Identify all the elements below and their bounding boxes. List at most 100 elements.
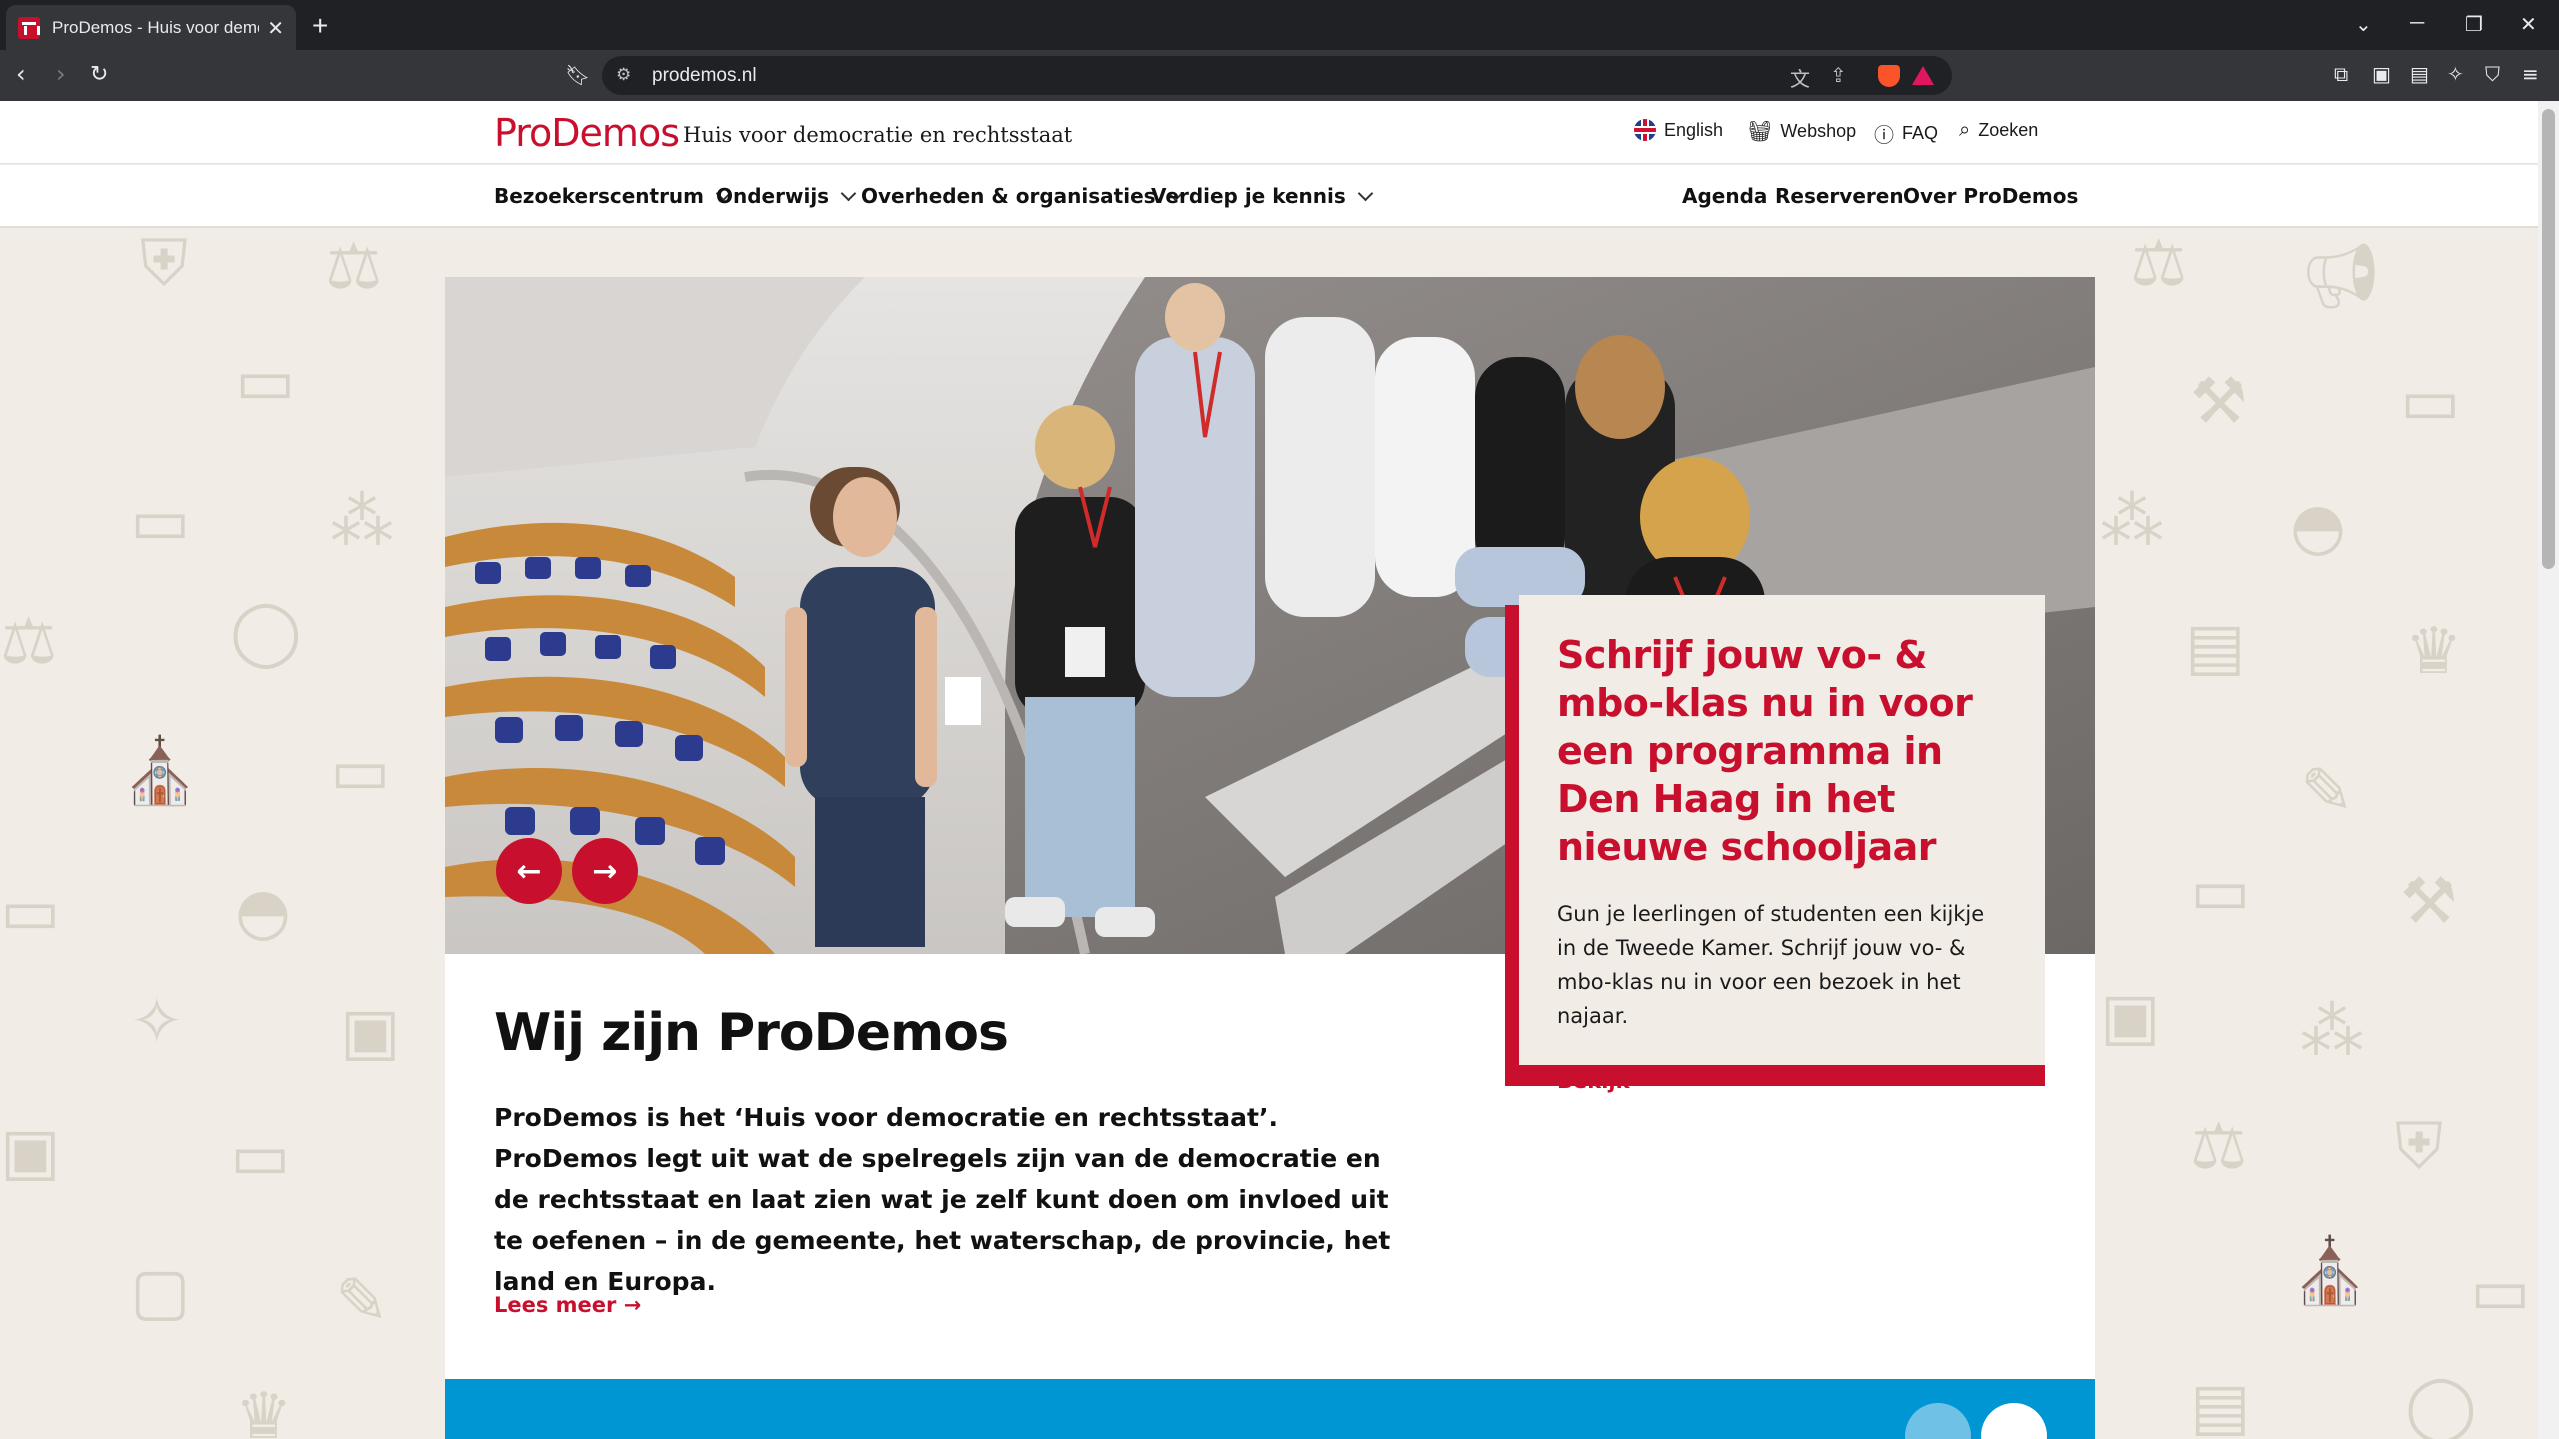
uk-flag-icon bbox=[1634, 119, 1656, 141]
burger-icon: ◓ bbox=[2290, 490, 2346, 564]
share-icon[interactable]: ⇪ bbox=[1830, 63, 1847, 87]
browser-tab-bar: ProDemos - Huis voor democratie en recht… bbox=[0, 0, 2559, 50]
nav-label: Verdiep je kennis bbox=[1151, 184, 1346, 208]
speech-bubble-icon: ▭ bbox=[130, 485, 191, 559]
search-link[interactable]: ⌕ Zoeken bbox=[1959, 119, 2038, 142]
search-icon: ⌕ bbox=[1959, 119, 1971, 141]
scales-icon: ⚖ bbox=[0, 605, 58, 679]
faq-label: FAQ bbox=[1902, 123, 1939, 143]
url-text[interactable]: prodemos.nl bbox=[652, 65, 757, 87]
scales-icon: ⚖ bbox=[2130, 227, 2188, 301]
intro-title: Wij zijn ProDemos bbox=[494, 1003, 1009, 1063]
main-content: ← → Schrijf jouw vo- & mbo-klas nu in vo… bbox=[445, 277, 2095, 1439]
sidebar-icon[interactable]: ▣ bbox=[2372, 62, 2391, 86]
crown-icon: ♛ bbox=[2405, 615, 2463, 689]
ballot-box-icon: ▣ bbox=[340, 995, 401, 1069]
back-icon[interactable]: ‹ bbox=[16, 60, 26, 88]
carousel-prev-button[interactable]: ← bbox=[496, 838, 562, 904]
english-label: English bbox=[1664, 119, 1724, 140]
tab-title: ProDemos - Huis voor democratie en recht… bbox=[52, 17, 259, 37]
robe-icon: ⛨ bbox=[140, 227, 188, 301]
sign-icon: ▭ bbox=[2190, 855, 2251, 929]
decorative-circle bbox=[1905, 1403, 1971, 1439]
pencil-icon: ✎ bbox=[335, 1265, 389, 1339]
prodemos-logo[interactable]: ProDemos bbox=[494, 111, 680, 155]
brave-rewards-icon[interactable] bbox=[1912, 66, 1934, 85]
faq-link[interactable]: ⓘ FAQ bbox=[1874, 119, 1938, 148]
wallet-icon[interactable]: ▤ bbox=[2410, 62, 2429, 86]
site-tagline: Huis voor democratie en rechtsstaat bbox=[683, 123, 1073, 147]
page-scrollbar[interactable] bbox=[2538, 101, 2559, 1439]
nav-agenda[interactable]: Agenda bbox=[1682, 184, 1767, 208]
new-tab-icon[interactable]: + bbox=[312, 10, 328, 42]
gavel-icon: ⚒ bbox=[2400, 865, 2458, 939]
site-info-icon[interactable]: ⚙ bbox=[616, 65, 631, 85]
eu-flag-icon: ⁂ bbox=[2300, 995, 2364, 1069]
reload-icon[interactable]: ↻ bbox=[90, 62, 108, 87]
card-title: Schrijf jouw vo- & mbo-klas nu in voor e… bbox=[1557, 633, 1973, 869]
briefcase-icon: ▤ bbox=[2190, 1370, 2251, 1439]
briefcase-icon: ▤ bbox=[2185, 610, 2246, 684]
sign-icon: ▭ bbox=[235, 345, 296, 419]
webshop-link[interactable]: 🧺︎ Webshop bbox=[1747, 119, 1856, 144]
chat-icon: ▭ bbox=[2470, 1255, 2531, 1329]
nav-label: Bezoekerscentrum bbox=[494, 184, 705, 208]
chat-icon: ▭ bbox=[0, 875, 61, 949]
lees-meer-link[interactable]: Lees meer → bbox=[494, 1293, 641, 1317]
decorative-circle bbox=[1981, 1403, 2047, 1439]
prodemos-favicon-icon bbox=[18, 16, 40, 39]
card-body: Schrijf jouw vo- & mbo-klas nu in voor e… bbox=[1519, 595, 2045, 1093]
card-bekijk-link[interactable]: Bekijk → bbox=[1557, 1069, 2005, 1093]
minimize-icon[interactable]: ─ bbox=[2410, 12, 2424, 35]
nav-over-prodemos[interactable]: Over ProDemos bbox=[1903, 184, 2078, 208]
restore-icon[interactable]: ❐ bbox=[2465, 12, 2483, 37]
browser-toolbar: ‹ › ↻ 🔖︎ ⚙ prodemos.nl 文 ⇪ ⧉ ▣ ▤ ✧ ⛉ ≡ bbox=[0, 50, 2559, 101]
menu-icon[interactable]: ≡ bbox=[2522, 62, 2539, 86]
speech-bubble-icon: ▭ bbox=[2400, 365, 2461, 439]
tab-search-chevron-icon[interactable]: ⌄ bbox=[2355, 12, 2372, 37]
nav-reserveren[interactable]: Reserveren bbox=[1775, 184, 1904, 208]
hero-card: Schrijf jouw vo- & mbo-klas nu in voor e… bbox=[1505, 595, 2045, 1345]
card-link-label: Bekijk bbox=[1557, 1069, 1630, 1093]
arrow-right-icon: → bbox=[1636, 1069, 1655, 1093]
ballot-box-icon: ▣ bbox=[2100, 980, 2161, 1054]
vpn-icon[interactable]: ⛉ bbox=[2485, 62, 2500, 86]
necklace-icon: ◯ bbox=[2405, 1370, 2477, 1439]
scrollbar-thumb[interactable] bbox=[2542, 109, 2555, 569]
forward-icon[interactable]: › bbox=[56, 60, 66, 88]
burger-icon: ◓ bbox=[235, 875, 291, 949]
nav-label: Overheden & organisaties bbox=[861, 184, 1156, 208]
intro-text: ProDemos is het ‘Huis voor democratie en… bbox=[494, 1103, 1391, 1296]
carousel-next-button[interactable]: → bbox=[572, 838, 638, 904]
language-english-link[interactable]: English bbox=[1634, 119, 1723, 141]
basket-icon: 🧺︎ bbox=[1747, 121, 1773, 143]
nav-onderwijs[interactable]: Onderwijs bbox=[716, 184, 857, 208]
nav-verdiep-je-kennis[interactable]: Verdiep je kennis bbox=[1151, 184, 1374, 208]
church-icon: ⛪ bbox=[2290, 1235, 2370, 1309]
crown-icon: ♛ bbox=[235, 1380, 293, 1439]
nav-bezoekerscentrum[interactable]: Bezoekerscentrum bbox=[494, 184, 732, 208]
search-label: Zoeken bbox=[1978, 120, 2039, 140]
nav-overheden-organisaties[interactable]: Overheden & organisaties bbox=[861, 184, 1183, 208]
address-bar[interactable]: ⚙ prodemos.nl 文 ⇪ bbox=[602, 56, 1952, 95]
bookmark-icon[interactable]: 🔖︎ bbox=[565, 63, 590, 87]
close-window-icon[interactable]: ✕ bbox=[2520, 12, 2537, 37]
nav-label: Onderwijs bbox=[716, 184, 830, 208]
browser-tab[interactable]: ProDemos - Huis voor democratie en recht… bbox=[6, 5, 296, 50]
translate-icon[interactable]: 文 bbox=[1790, 63, 1810, 92]
pencil-icon: ✎ bbox=[2300, 755, 2354, 829]
extensions-icon[interactable]: ⧉ bbox=[2334, 62, 2348, 86]
scales-icon: ⚖ bbox=[2190, 1110, 2248, 1184]
gavel-icon: ⚒ bbox=[2190, 365, 2248, 439]
card-text: Gun je leerlingen of studenten een kijkj… bbox=[1557, 902, 1985, 1028]
brave-shields-icon[interactable] bbox=[1878, 65, 1900, 87]
tab-close-icon[interactable]: ✕ bbox=[267, 16, 284, 40]
eu-flag-icon: ⁂ bbox=[2100, 485, 2164, 559]
scales-icon: ⚖ bbox=[325, 230, 383, 304]
netherlands-map-icon: ✧ bbox=[130, 985, 184, 1059]
main-navigation: Bezoekerscentrum Onderwijs Overheden & o… bbox=[0, 165, 2538, 228]
chat-icon: ▭ bbox=[330, 735, 391, 809]
leo-ai-icon[interactable]: ✧ bbox=[2447, 62, 2464, 86]
chevron-down-icon bbox=[1357, 185, 1374, 201]
church-icon: ⛪ bbox=[120, 735, 200, 809]
